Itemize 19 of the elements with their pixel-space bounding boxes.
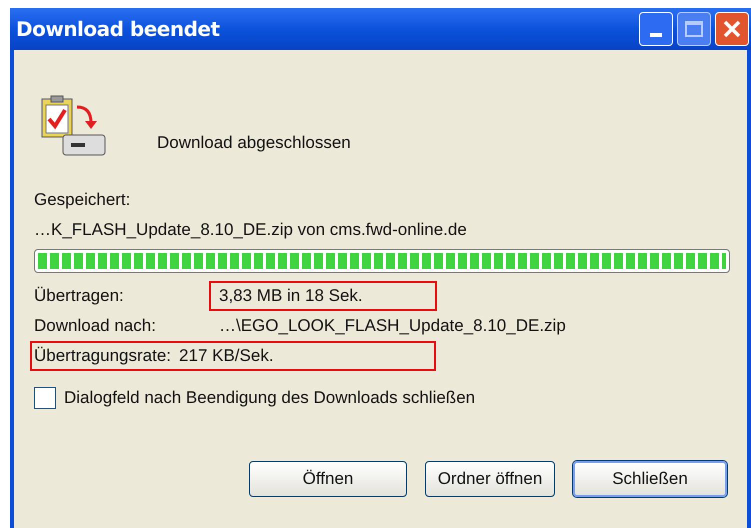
dialog-button[interactable]: Ordner öffnen bbox=[425, 460, 555, 496]
minimize-button[interactable] bbox=[639, 12, 673, 46]
dialog-button[interactable]: Schließen bbox=[573, 460, 727, 496]
checkbox[interactable] bbox=[34, 386, 56, 409]
source-text: …K_FLASH_Update_8.10_DE.zip von cms.fwd-online.de bbox=[34, 219, 468, 241]
saved-label: Gespeichert: bbox=[34, 189, 132, 211]
checkbox-label: Dialogfeld nach Beendigung des Downloads schließen bbox=[64, 387, 476, 409]
detail-label: Übertragungsrate: bbox=[34, 345, 172, 368]
detail-value: 217 KB/Sek. bbox=[179, 345, 274, 368]
close-button[interactable] bbox=[715, 12, 749, 46]
window-title: Download beendet bbox=[16, 16, 220, 43]
detail-value: …\EGO_LOOK_FLASH_Update_8.10_DE.zip bbox=[219, 315, 566, 338]
close-icon bbox=[722, 19, 742, 39]
detail-label: Übertragen: bbox=[34, 285, 125, 308]
maximize-button[interactable] bbox=[677, 12, 711, 46]
detail-label: Download nach: bbox=[34, 315, 157, 338]
detail-value: 3,83 MB in 18 Sek. bbox=[209, 281, 437, 311]
status-text: Download abgeschlossen bbox=[157, 132, 351, 154]
dialog-button[interactable]: Öffnen bbox=[249, 460, 407, 496]
